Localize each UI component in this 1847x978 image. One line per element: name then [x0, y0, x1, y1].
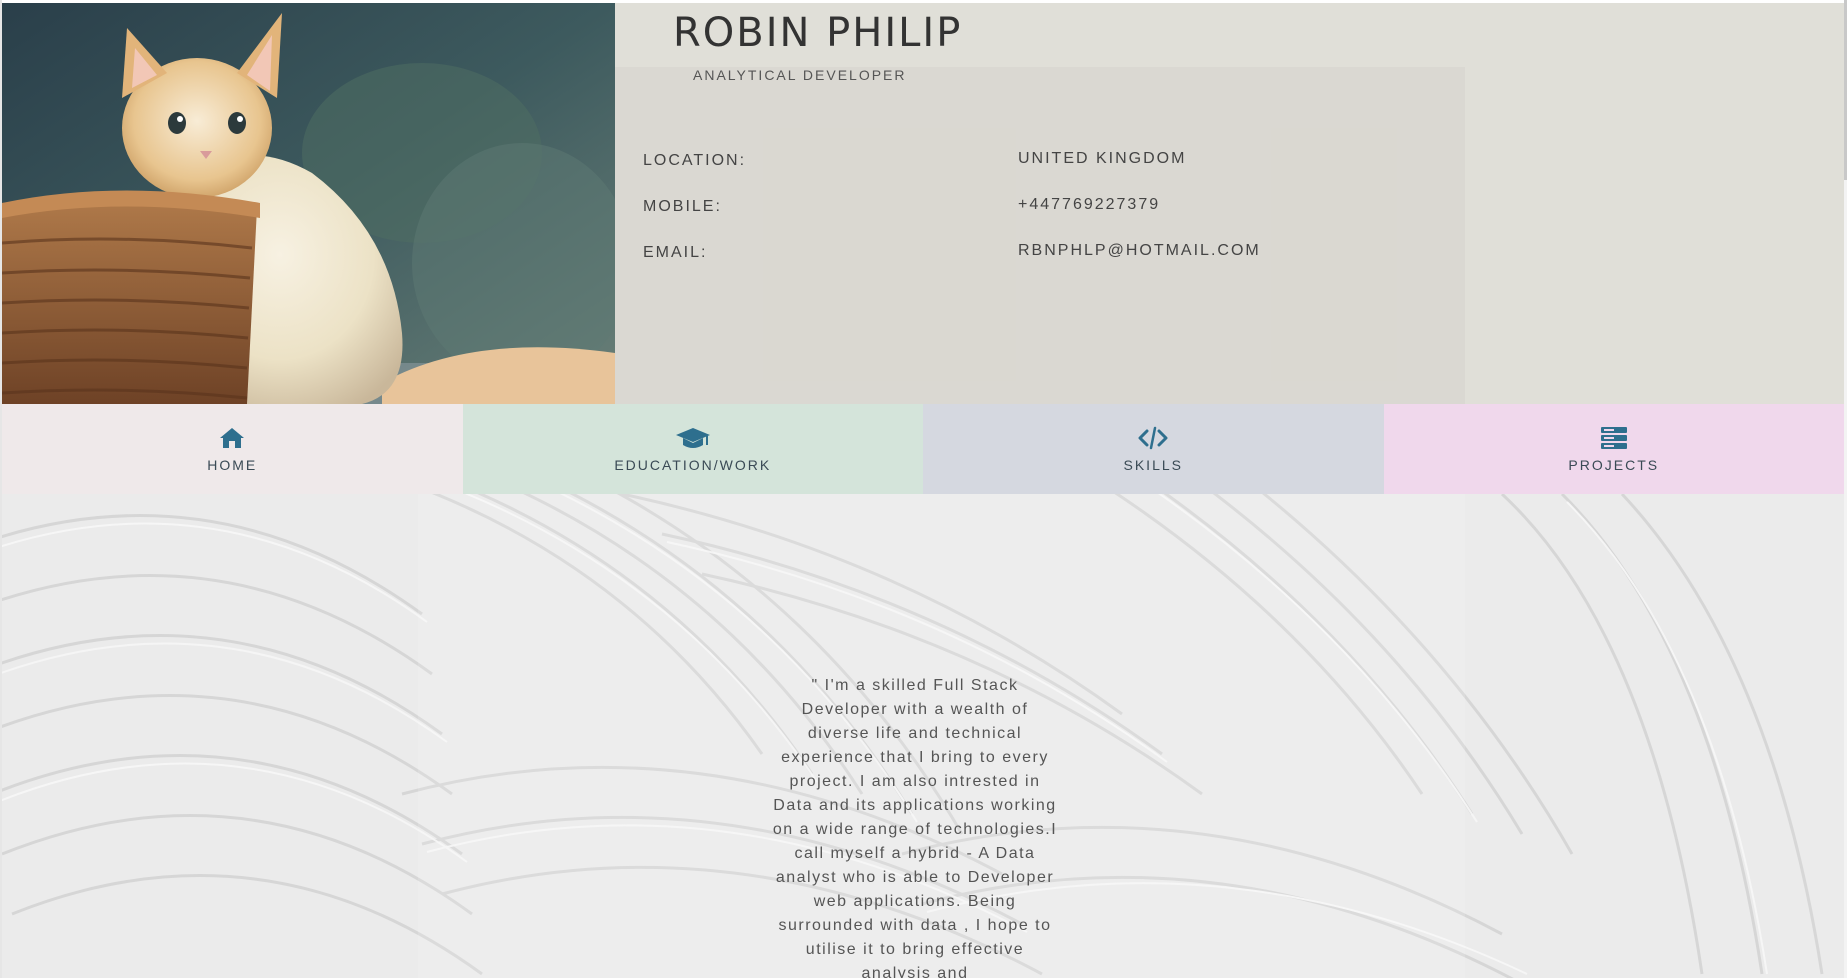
- server-icon: [1600, 427, 1627, 449]
- tab-home-label: HOME: [207, 457, 258, 473]
- tab-projects[interactable]: PROJECTS: [1383, 404, 1844, 494]
- mobile-value: +447769227379: [1018, 196, 1161, 213]
- tab-home[interactable]: HOME: [2, 404, 463, 494]
- main-content: " I'm a skilled Full Stack Developer wit…: [2, 494, 1844, 978]
- mobile-label: MOBILE:: [643, 198, 722, 215]
- tab-education-work[interactable]: EDUCATION/WORK: [462, 404, 923, 494]
- tab-projects-label: PROJECTS: [1568, 457, 1660, 473]
- location-value: UNITED KINGDOM: [1018, 150, 1187, 167]
- email-value: RBNPHLP@HOTMAIL.COM: [1018, 242, 1261, 259]
- tab-skills-label: SKILLS: [1123, 457, 1183, 473]
- profile-photo: [2, 3, 615, 404]
- profile-header: [2, 3, 1844, 404]
- page-title: ROBIN PHILIP: [673, 10, 963, 56]
- code-icon: [1138, 426, 1168, 450]
- main-nav: HOME EDUCATION/WORK SKILLS PROJECTS: [2, 404, 1844, 494]
- location-label: LOCATION:: [643, 152, 747, 169]
- tab-skills[interactable]: SKILLS: [923, 404, 1384, 494]
- home-icon: [220, 428, 245, 448]
- job-title: ANALYTICAL DEVELOPER: [693, 67, 907, 83]
- info-panel: [615, 67, 1465, 404]
- email-label: EMAIL:: [643, 244, 708, 261]
- tab-education-work-label: EDUCATION/WORK: [614, 457, 772, 473]
- graduation-cap-icon: [675, 428, 710, 448]
- about-quote: " I'm a skilled Full Stack Developer wit…: [772, 677, 1058, 978]
